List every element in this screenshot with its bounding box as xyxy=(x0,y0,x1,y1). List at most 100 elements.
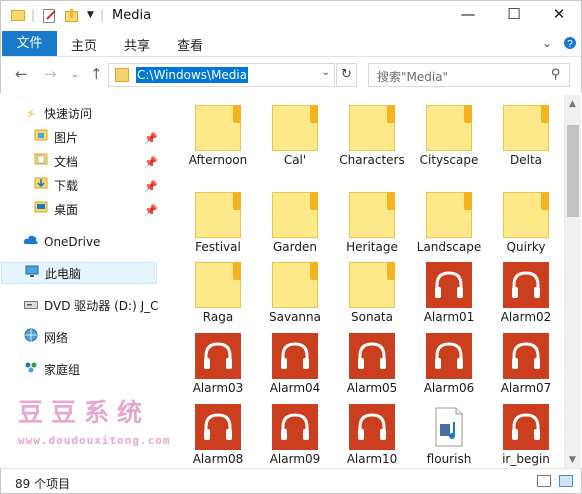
headphones-icon xyxy=(349,333,395,379)
file-item[interactable]: ir_begin xyxy=(491,400,561,468)
file-item[interactable]: Raga xyxy=(183,258,253,326)
file-name: Quirky xyxy=(506,240,546,254)
chevron-down-icon[interactable]: ⌄ xyxy=(322,67,330,78)
maximize-button[interactable]: ☐ xyxy=(491,1,537,29)
file-item[interactable]: Afternoon xyxy=(183,101,253,169)
headphones-icon xyxy=(503,404,549,450)
folder-icon xyxy=(503,105,549,151)
file-item[interactable]: Alarm10 xyxy=(337,400,407,468)
chevron-down-icon[interactable]: ⌄ xyxy=(542,36,552,50)
back-arrow-icon[interactable]: ← xyxy=(15,65,28,83)
file-name: Cal' xyxy=(283,153,307,167)
file-item[interactable]: Landscape xyxy=(414,188,484,256)
nav-label: 图片 xyxy=(54,131,79,145)
file-item[interactable]: Alarm02 xyxy=(491,258,561,326)
nav-quick-access[interactable]: ⚡ 快速访问 xyxy=(23,103,92,125)
nav-item-network[interactable]: 网络 xyxy=(23,327,68,349)
file-list: Afternoon Cal' Characters Cityscape Delta Fes… xyxy=(160,95,564,468)
file-name: Sonata xyxy=(351,310,393,324)
file-item[interactable]: Alarm06 xyxy=(414,329,484,397)
file-name: Alarm10 xyxy=(346,452,398,466)
refresh-icon: ↻ xyxy=(341,67,352,82)
nav-item-pictures[interactable]: 图片 xyxy=(33,127,78,149)
tab-file[interactable]: 文件 xyxy=(2,31,57,56)
nav-item-homegroup[interactable]: 家庭组 xyxy=(23,359,80,381)
file-item[interactable]: Delta xyxy=(491,101,561,169)
recent-locations-icon[interactable]: ⌄ xyxy=(71,70,79,80)
tab-view[interactable]: 查看 xyxy=(177,35,203,54)
file-item[interactable]: Alarm03 xyxy=(183,329,253,397)
forward-arrow-icon[interactable]: → xyxy=(44,65,57,83)
scroll-thumb[interactable] xyxy=(567,125,579,217)
up-arrow-icon[interactable]: ↑ xyxy=(90,65,103,83)
nav-item-desktop[interactable]: 桌面 xyxy=(33,199,78,221)
minimize-button[interactable]: — xyxy=(445,1,491,29)
network-icon xyxy=(23,328,39,350)
file-name: Alarm04 xyxy=(269,381,321,395)
file-item[interactable]: Cal' xyxy=(260,101,330,169)
folder-icon xyxy=(503,192,549,238)
file-item[interactable]: Garden xyxy=(260,188,330,256)
tab-home[interactable]: 主页 xyxy=(71,35,97,54)
address-path[interactable]: C:\Windows\Media xyxy=(136,67,249,83)
refresh-button[interactable]: ↻ xyxy=(336,63,357,87)
nav-label: 文档 xyxy=(54,155,79,169)
documents-folder-icon xyxy=(33,152,49,174)
file-item[interactable]: Alarm04 xyxy=(260,329,330,397)
folder-icon xyxy=(272,192,318,238)
file-item[interactable]: Cityscape xyxy=(414,101,484,169)
file-name: Alarm03 xyxy=(192,381,244,395)
title-bar: | ▼ | Media — ☐ ✕ xyxy=(0,0,582,30)
headphones-icon xyxy=(272,333,318,379)
address-bar[interactable]: C:\Windows\Media ⌄ xyxy=(108,63,335,87)
nav-item-dvd[interactable]: DVD 驱动器 (D:) J_C xyxy=(23,295,159,317)
downloads-folder-icon xyxy=(33,176,49,198)
nav-label: 桌面 xyxy=(54,203,79,217)
search-input[interactable]: 搜索"Media" ⚲ xyxy=(368,63,570,87)
scroll-up-arrow[interactable]: ▲ xyxy=(569,99,576,109)
file-item[interactable]: flourish xyxy=(414,400,484,468)
nav-label: 网络 xyxy=(44,331,69,345)
large-icons-view-icon[interactable] xyxy=(559,475,573,487)
cloud-icon xyxy=(23,232,39,254)
customize-qat-dropdown[interactable]: ▼ xyxy=(87,10,94,20)
nav-item-downloads[interactable]: 下载 xyxy=(33,175,78,197)
file-item[interactable]: Sonata xyxy=(337,258,407,326)
file-name: Alarm06 xyxy=(423,381,475,395)
watermark-text: 豆豆系统 xyxy=(18,398,151,427)
nav-item-this-pc[interactable]: 此电脑 xyxy=(1,262,157,284)
file-item[interactable]: Alarm08 xyxy=(183,400,253,468)
address-row: ← → ⌄ ↑ C:\Windows\Media ⌄ ↻ 搜索"Media" ⚲ xyxy=(0,57,582,93)
pictures-folder-icon xyxy=(33,128,49,150)
details-view-icon[interactable] xyxy=(537,475,551,487)
nav-item-onedrive[interactable]: OneDrive xyxy=(23,231,100,253)
file-item[interactable]: Savanna xyxy=(260,258,330,326)
close-button[interactable]: ✕ xyxy=(536,1,582,29)
help-icon[interactable]: ? xyxy=(563,36,577,53)
pin-icon: 📌 xyxy=(144,180,158,193)
pin-icon: 📌 xyxy=(144,156,158,169)
folder-icon xyxy=(11,8,25,25)
folder-icon xyxy=(349,192,395,238)
file-item[interactable]: Festival xyxy=(183,188,253,256)
nav-item-documents[interactable]: 文档 xyxy=(33,151,78,173)
file-name: ir_begin xyxy=(502,452,550,466)
dvd-icon xyxy=(23,296,39,317)
file-name: Alarm02 xyxy=(500,310,552,324)
file-item[interactable]: Alarm01 xyxy=(414,258,484,326)
vertical-scrollbar[interactable]: ▲ ▼ xyxy=(564,95,581,468)
new-folder-icon[interactable] xyxy=(64,8,80,27)
tab-share[interactable]: 共享 xyxy=(124,35,150,54)
file-item[interactable]: Alarm07 xyxy=(491,329,561,397)
folder-icon xyxy=(426,105,472,151)
file-item[interactable]: Heritage xyxy=(337,188,407,256)
file-item[interactable]: Alarm05 xyxy=(337,329,407,397)
file-item[interactable]: Alarm09 xyxy=(260,400,330,468)
properties-icon[interactable] xyxy=(42,8,58,27)
folder-icon xyxy=(349,262,395,308)
svg-text:?: ? xyxy=(567,39,573,50)
file-item[interactable]: Characters xyxy=(337,101,407,169)
scroll-down-arrow[interactable]: ▼ xyxy=(569,455,576,465)
file-item[interactable]: Quirky xyxy=(491,188,561,256)
folder-icon xyxy=(195,105,241,151)
